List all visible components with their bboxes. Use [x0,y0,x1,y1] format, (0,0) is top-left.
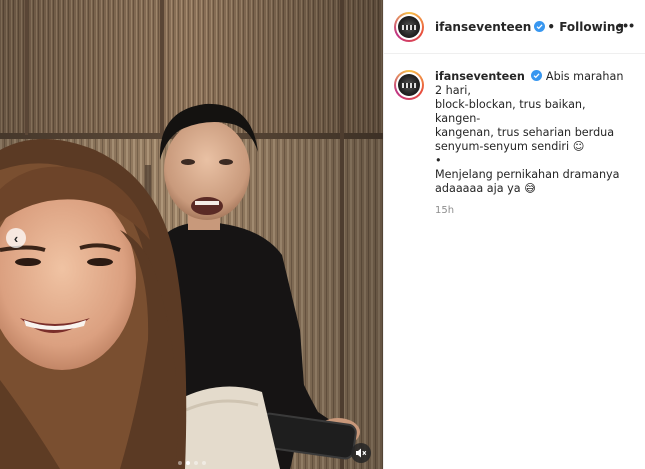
caption-line-text: senyum-senyum sendiri [435,140,570,153]
avatar[interactable] [394,11,424,42]
following-button[interactable]: Following [559,20,624,34]
sweat-smile-emoji: 😅 [524,182,536,195]
caption-avatar[interactable] [394,70,424,100]
caption-line: adaaaaa aja ya 😅 [435,182,631,196]
carousel-dot-active [185,461,190,465]
carousel-dot [193,461,198,465]
post-timestamp[interactable]: 15h [435,204,631,218]
caption-text: ifanseventeen Abis marahan 2 hari, block… [435,70,631,218]
caption-line: kangenan, trus seharian berdua [435,126,615,139]
avatar-image [398,74,420,96]
smile-emoji: ☺ [572,140,585,153]
post-media[interactable]: ‹ [0,0,383,469]
verified-badge-icon [534,21,546,32]
speaker-muted-icon [356,448,367,458]
caption-line: Menjelang pernikahan dramanya [435,168,620,181]
separator: • [547,19,555,34]
post-side-panel: ifanseventeen • Following ••• ifansevent… [383,0,645,469]
caption-line: block-blockan, trus baikan, kangen- [435,98,586,125]
video-frame[interactable] [0,0,383,469]
carousel-dot [201,461,206,465]
post-header: ifanseventeen • Following ••• [384,0,645,54]
carousel-indicator [0,461,383,465]
verified-badge-icon [531,70,543,81]
follow-status[interactable]: • Following [547,20,624,34]
caption: ifanseventeen Abis marahan 2 hari, block… [384,54,645,218]
caption-line-text: adaaaaa aja ya [435,182,521,195]
caption-username[interactable]: ifanseventeen [435,70,525,83]
avatar-image [398,15,420,38]
header-username[interactable]: ifanseventeen [435,20,531,34]
mute-button[interactable] [351,443,371,463]
more-options-button[interactable]: ••• [617,18,635,32]
previous-media-button[interactable]: ‹ [6,228,26,248]
caption-line: senyum-senyum sendiri ☺ [435,140,631,154]
carousel-dot [177,461,182,465]
bullet: • [435,154,442,167]
